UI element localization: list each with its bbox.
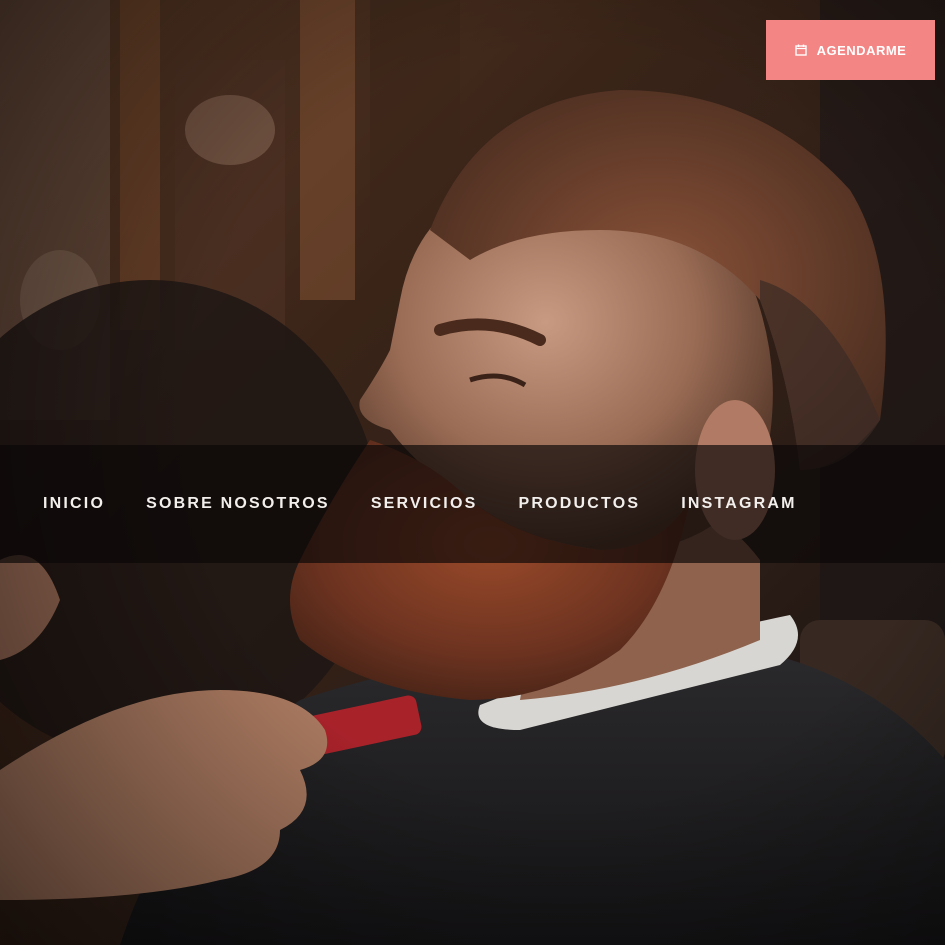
book-appointment-label: AGENDARME (816, 42, 907, 58)
nav-item-inicio[interactable]: INICIO (43, 495, 105, 513)
main-navigation: INICIO SOBRE NOSOTROS SERVICIOS PRODUCTO… (0, 445, 945, 563)
nav-item-servicios[interactable]: SERVICIOS (371, 495, 478, 513)
book-appointment-button[interactable]: AGENDARME (766, 20, 935, 80)
calendar-icon (794, 44, 807, 56)
nav-item-productos[interactable]: PRODUCTOS (518, 495, 640, 513)
hero-section: AGENDARME INICIO SOBRE NOSOTROS SERVICIO… (0, 0, 945, 945)
nav-item-sobre-nosotros[interactable]: SOBRE NOSOTROS (146, 495, 330, 513)
nav-item-instagram[interactable]: INSTAGRAM (681, 495, 797, 513)
